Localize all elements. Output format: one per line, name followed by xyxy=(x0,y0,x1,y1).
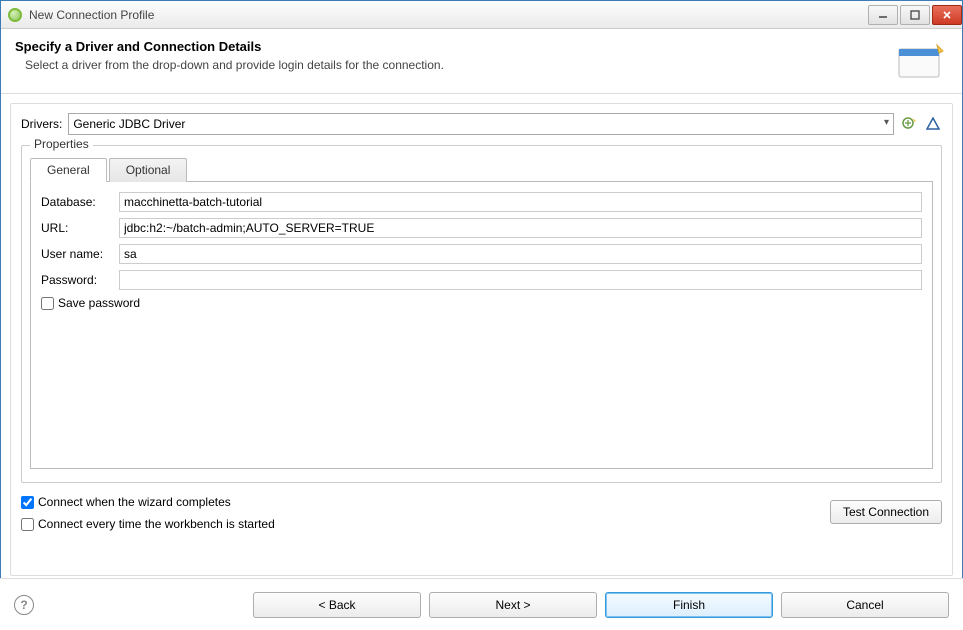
password-input[interactable] xyxy=(119,270,922,290)
properties-legend: Properties xyxy=(30,137,93,151)
tab-general[interactable]: General xyxy=(30,158,107,182)
database-input[interactable] xyxy=(119,192,922,212)
properties-tabs: General Optional xyxy=(30,158,933,182)
connect-every-start-label: Connect every time the workbench is star… xyxy=(38,517,275,531)
wizard-banner-icon xyxy=(892,39,948,83)
new-driver-icon[interactable] xyxy=(900,115,918,133)
back-button[interactable]: < Back xyxy=(253,592,421,618)
password-label: Password: xyxy=(41,273,119,287)
save-password-label: Save password xyxy=(58,296,140,310)
page-title: Specify a Driver and Connection Details xyxy=(15,39,892,54)
drivers-select[interactable]: Generic JDBC Driver xyxy=(68,113,894,135)
connect-on-complete-checkbox[interactable] xyxy=(21,496,34,509)
titlebar: New Connection Profile xyxy=(1,1,962,29)
cancel-button[interactable]: Cancel xyxy=(781,592,949,618)
help-icon[interactable]: ? xyxy=(14,595,34,615)
app-icon xyxy=(7,7,23,23)
database-label: Database: xyxy=(41,195,119,209)
next-button[interactable]: Next > xyxy=(429,592,597,618)
drivers-label: Drivers: xyxy=(21,117,62,131)
username-label: User name: xyxy=(41,247,119,261)
window-buttons xyxy=(868,5,962,25)
footer: ? < Back Next > Finish Cancel xyxy=(0,578,963,630)
finish-button[interactable]: Finish xyxy=(605,592,773,618)
header-panel: Specify a Driver and Connection Details … xyxy=(1,29,962,94)
page-description: Select a driver from the drop-down and p… xyxy=(15,58,892,72)
tab-optional[interactable]: Optional xyxy=(109,158,188,182)
url-input[interactable] xyxy=(119,218,922,238)
properties-fieldset: Properties General Optional Database: UR… xyxy=(21,145,942,483)
window-title: New Connection Profile xyxy=(29,8,868,22)
save-password-checkbox[interactable] xyxy=(41,297,54,310)
connect-every-start-checkbox[interactable] xyxy=(21,518,34,531)
minimize-button[interactable] xyxy=(868,5,898,25)
tab-general-body: Database: URL: User name: Password: Save… xyxy=(30,181,933,469)
connect-on-complete-label: Connect when the wizard completes xyxy=(38,495,231,509)
footer-buttons: < Back Next > Finish Cancel xyxy=(253,592,949,618)
url-label: URL: xyxy=(41,221,119,235)
drivers-selected-value: Generic JDBC Driver xyxy=(73,117,185,131)
close-button[interactable] xyxy=(932,5,962,25)
username-input[interactable] xyxy=(119,244,922,264)
edit-driver-icon[interactable] xyxy=(924,115,942,133)
drivers-row: Drivers: Generic JDBC Driver xyxy=(21,113,942,135)
test-connection-button[interactable]: Test Connection xyxy=(830,500,942,524)
options-row: Connect when the wizard completes Connec… xyxy=(21,493,942,531)
maximize-button[interactable] xyxy=(900,5,930,25)
content-area: Drivers: Generic JDBC Driver Properties … xyxy=(10,103,953,576)
